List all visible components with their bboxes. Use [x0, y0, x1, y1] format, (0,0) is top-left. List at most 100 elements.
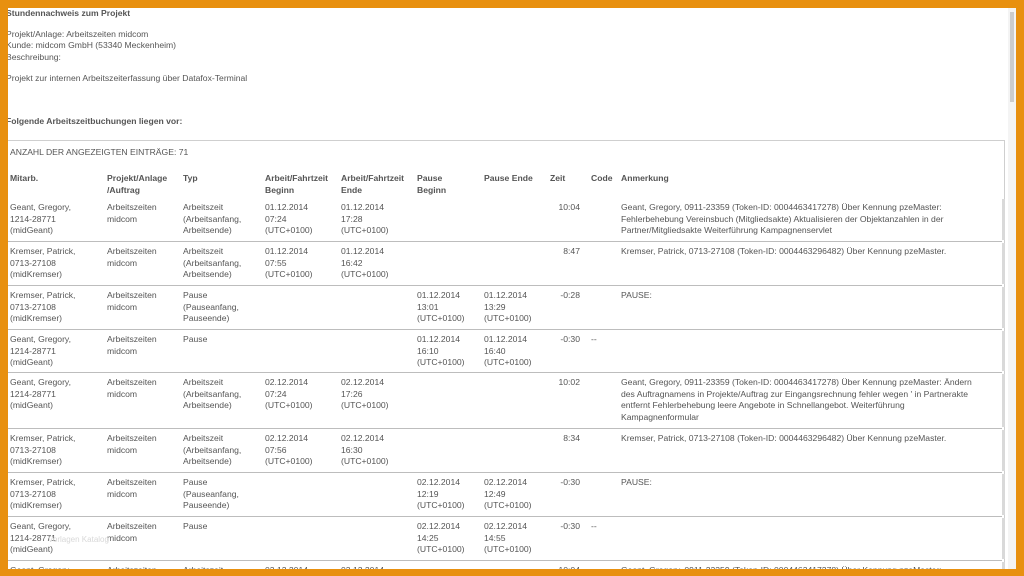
cell-arbeit-beginn-line: (UTC+0100): [265, 225, 313, 235]
col-header-mitarb: Mitarb.: [10, 173, 39, 183]
row-edge-shadow: [1002, 199, 1005, 240]
cell-typ-line: Arbeitsende): [183, 400, 232, 410]
cell-projekt-line: Arbeitszeiten: [107, 433, 157, 443]
cell-pause-beginn-line: 16:10: [417, 345, 439, 356]
cell-mitarbeiter: Geant, Gregory, 1214-28771 (midGeant): [10, 377, 71, 412]
cell-pause-ende: 01.12.2014 13:29 (UTC+0100): [484, 290, 532, 325]
cell-typ-line: Arbeitsende): [183, 456, 232, 466]
document-viewport: Stundennachweis zum Projekt Projekt/Anla…: [8, 8, 1016, 569]
cell-arbeit-beginn-line: 07:55: [265, 257, 287, 268]
vertical-scrollbar[interactable]: [1008, 8, 1016, 569]
cell-pause-ende: 01.12.2014 16:40 (UTC+0100): [484, 334, 532, 369]
cell-arbeit-ende-line: (UTC+0100): [341, 456, 389, 466]
section-subtitle: Folgende Arbeitszeitbuchungen liegen vor…: [8, 116, 183, 126]
cell-pause-ende-line: (UTC+0100): [484, 500, 532, 510]
cell-arbeit-beginn-line: 02.12.2014: [265, 433, 309, 443]
cell-arbeit-ende: 02.12.2014 16:30 (UTC+0100): [341, 433, 389, 468]
cell-pause-beginn-line: 02.12.2014: [417, 521, 461, 531]
cell-arbeit-beginn: 02.12.2014 07:56 (UTC+0100): [265, 433, 313, 468]
cell-anmerkung: PAUSE:: [621, 290, 652, 302]
cell-pause-beginn-line: (UTC+0100): [417, 544, 465, 554]
cell-pause-ende-line: 14:55: [484, 532, 506, 543]
cell-arbeit-ende-line: 01.12.2014: [341, 202, 385, 212]
entry-count: ANZAHL DER ANGEZEIGTEN EINTRÄGE: 71: [10, 147, 189, 157]
row-edge-shadow: [1002, 287, 1005, 328]
cell-pause-beginn: 02.12.2014 14:25 (UTC+0100): [417, 521, 465, 556]
row-edge-shadow: [1002, 331, 1005, 371]
col-header-end: Arbeit/Fahrtzeit Ende: [341, 173, 404, 196]
col-header-pause-begin: Pause Beginn: [417, 173, 446, 196]
cell-anmerkung-line: Kampagnenformular: [621, 411, 699, 422]
col-header-end-line: Arbeit/Fahrtzeit: [341, 173, 405, 183]
cell-arbeit-ende-line: (UTC+0100): [341, 225, 389, 235]
cell-arbeit-beginn-line: 01.12.2014: [265, 202, 309, 212]
cell-mitarbeiter-line: 0713-27108: [10, 444, 56, 455]
cell-mitarbeiter-line: 0713-27108: [10, 257, 56, 268]
cell-anmerkung-line: Kremser, Patrick, 0713-27108 (Token-ID: …: [621, 246, 947, 256]
cell-typ-line: Arbeitszeit: [183, 246, 224, 256]
cell-typ-line: Arbeitszeit: [183, 202, 224, 212]
cell-arbeit-beginn-line: 02.12.2014: [265, 377, 309, 387]
cell-typ-line: (Arbeitsanfang,: [183, 444, 242, 455]
cell-arbeit-beginn-line: (UTC+0100): [265, 456, 313, 466]
cell-projekt-line: midcom: [107, 257, 138, 268]
cell-mitarbeiter: Kremser, Patrick, 0713-27108 (midKremser): [10, 477, 75, 512]
cell-pause-beginn-line: 14:25: [417, 532, 439, 543]
col-header-begin-line: Beginn: [265, 184, 295, 195]
cell-projekt-line: Arbeitszeiten: [107, 202, 157, 212]
row-divider: [8, 516, 1002, 517]
cell-mitarbeiter-line: 1214-28771: [10, 345, 56, 356]
cell-pause-beginn-line: 13:01: [417, 301, 439, 312]
cell-anmerkung: PAUSE:: [621, 477, 652, 489]
cell-typ-line: (Arbeitsanfang,: [183, 257, 242, 268]
cell-mitarbeiter-line: (midGeant): [10, 400, 53, 410]
cell-arbeit-ende-line: 01.12.2014: [341, 246, 385, 256]
cell-projekt: Arbeitszeiten midcom: [107, 334, 157, 357]
cell-mitarbeiter-line: (midKremser): [10, 500, 63, 510]
cell-arbeit-ende-line: 02.12.2014: [341, 433, 385, 443]
row-divider: [8, 329, 1002, 330]
bookings-table: ANZAHL DER ANGEZEIGTEN EINTRÄGE: 71 Mita…: [8, 140, 1005, 569]
col-header-zeit: Zeit: [550, 173, 566, 183]
cell-anmerkung-line: PAUSE:: [621, 290, 652, 300]
cell-arbeit-ende-line: 17:28: [341, 213, 363, 224]
cell-pause-beginn-line: (UTC+0100): [417, 313, 465, 323]
cell-arbeit-beginn: 01.12.2014 07:55 (UTC+0100): [265, 246, 313, 281]
cell-typ-line: Pauseende): [183, 500, 230, 510]
cell-arbeit-ende-line: 16:42: [341, 257, 363, 268]
cell-arbeit-beginn-line: 03.12.2014: [265, 565, 308, 569]
cell-anmerkung: Kremser, Patrick, 0713-27108 (Token-ID: …: [621, 246, 946, 258]
cell-mitarbeiter: Geant, Gregory, 1214-28771 (midGeant): [10, 202, 71, 237]
cell-mitarbeiter-line: Geant, Gregory,: [10, 377, 71, 387]
cell-mitarbeiter: Kremser, Patrick, 0713-27108 (midKremser): [10, 290, 75, 325]
col-header-pause-end: Pause Ende: [484, 173, 533, 183]
row-divider: [8, 285, 1002, 286]
cell-projekt-line: midcom: [107, 532, 138, 543]
cell-projekt-line: Arbeitszeiten: [107, 290, 157, 300]
row-divider: [8, 428, 1002, 429]
cell-arbeit-beginn-line: 07:24: [265, 388, 287, 399]
cell-projekt-line: Arbeitszeiten: [107, 477, 157, 487]
row-divider: [8, 560, 1002, 561]
document-title: Stundennachweis zum Projekt: [8, 8, 131, 18]
cell-zeit: 10:02: [558, 377, 580, 387]
cell-anmerkung-line: Geant, Gregory, 0911-23359 (Token-ID: 00…: [621, 565, 942, 569]
cell-anmerkung-line: des Auftragnamens in Projekte/Auftrag zu…: [621, 388, 969, 399]
cell-pause-beginn-line: (UTC+0100): [417, 357, 465, 367]
scrollbar-thumb[interactable]: [1010, 12, 1014, 102]
col-header-begin: Arbeit/Fahrtzeit Beginn: [265, 173, 328, 196]
cell-zeit: 10:04: [558, 202, 580, 212]
cell-projekt-line: midcom: [107, 301, 138, 312]
cell-typ: Arbeitszeit (Arbeitsanfang, Arbeitsende): [183, 377, 241, 412]
cell-mitarbeiter: Kremser, Patrick, 0713-27108 (midKremser): [10, 433, 75, 468]
cell-anmerkung: Geant, Gregory, 0911-23359 (Token-ID: 00…: [621, 565, 942, 569]
cell-arbeit-ende: 01.12.2014 16:42 (UTC+0100): [341, 246, 389, 281]
cell-mitarbeiter: Geant, Gregory,: [10, 565, 71, 569]
cell-arbeit-beginn-line: (UTC+0100): [265, 400, 313, 410]
cell-pause-ende-line: (UTC+0100): [484, 544, 532, 554]
cell-anmerkung: Geant, Gregory, 0911-23359 (Token-ID: 00…: [621, 377, 972, 423]
row-divider: [8, 472, 1002, 473]
row-edge-shadow: [1002, 474, 1005, 515]
cell-projekt-line: midcom: [107, 388, 138, 399]
cell-pause-ende-line: 12:49: [484, 488, 506, 499]
